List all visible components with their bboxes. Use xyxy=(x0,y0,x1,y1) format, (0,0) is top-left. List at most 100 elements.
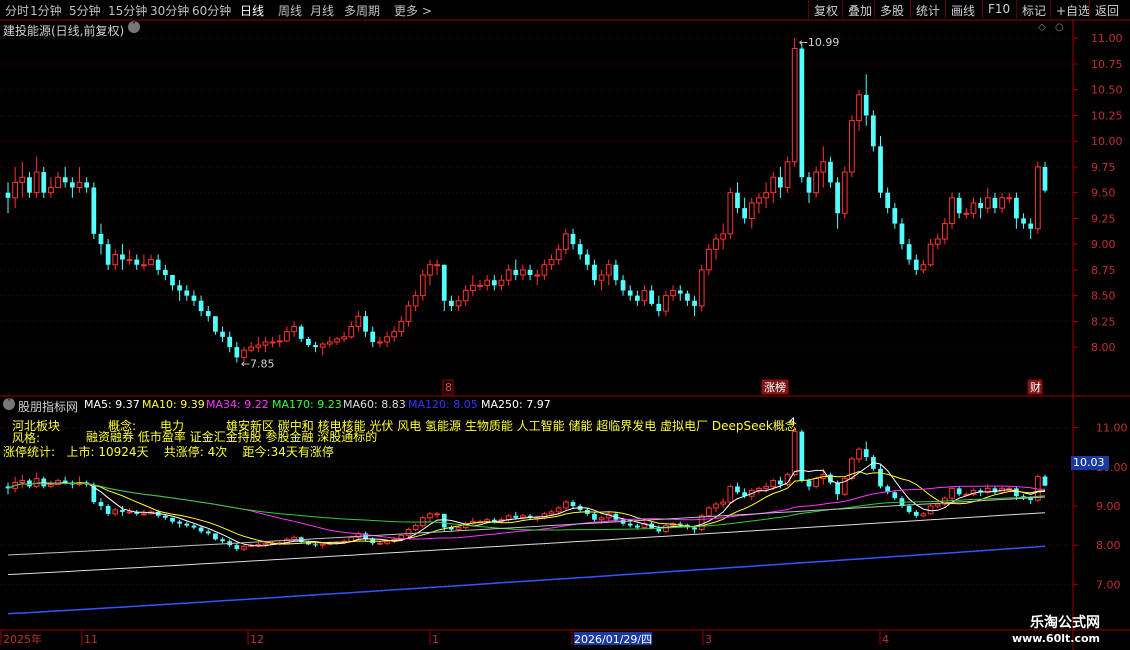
main-candle-59 xyxy=(427,264,433,276)
ma120-line xyxy=(7,512,1046,575)
kline-chart: 11.00 10.75 10.50 10.25 10.00 9.75 9.50 9.25 9.0… xyxy=(0,19,1130,650)
main-candle-67 xyxy=(484,279,491,286)
main-candle-92 xyxy=(663,295,669,312)
main-candle-143 xyxy=(1028,223,1034,229)
main-candle-129 xyxy=(927,243,934,266)
sub-candle-26 xyxy=(191,525,197,528)
main-candle-96 xyxy=(692,300,697,306)
main-candle-33 xyxy=(241,349,247,358)
main-candle-91 xyxy=(656,303,662,312)
sub-candle-43 xyxy=(313,544,318,546)
main-y-tick-label-9: 8.75 xyxy=(1091,264,1116,277)
sub-y-tick-label-3: 8.00 xyxy=(1096,539,1121,552)
main-candle-93 xyxy=(670,289,676,297)
main-candle-135 xyxy=(970,202,977,214)
sub-candle-94 xyxy=(677,523,683,525)
sub-candle-33 xyxy=(241,545,247,550)
main-candle-103 xyxy=(742,208,747,219)
main-candle-138 xyxy=(992,197,998,209)
main-candle-77 xyxy=(555,248,562,261)
sub-candle-22 xyxy=(162,515,168,518)
main-candle-17 xyxy=(126,259,133,262)
main-candle-114 xyxy=(820,161,827,173)
main-y-tick-label-0: 11.00 xyxy=(1091,32,1123,45)
main-candle-64 xyxy=(462,289,469,302)
main-candle-43 xyxy=(313,345,318,348)
indicator-chevron-icon[interactable]: ˅ xyxy=(3,398,15,410)
sub-y-tick-label-0: 11.00 xyxy=(1096,422,1128,435)
ma34-line xyxy=(7,482,1046,540)
sub-candle-79 xyxy=(570,502,576,506)
main-candle-85 xyxy=(613,264,619,281)
x-axis-label-6: 4 xyxy=(882,633,889,646)
main-candle-45 xyxy=(326,341,333,345)
sub-candle-113 xyxy=(813,478,820,487)
main-candle-107 xyxy=(770,176,777,194)
main-y-tick-label-8: 9.00 xyxy=(1091,238,1116,251)
main-candle-90 xyxy=(649,290,655,304)
main-candle-94 xyxy=(677,290,683,294)
sub-candle-23 xyxy=(170,517,175,522)
sub-candle-119 xyxy=(856,448,862,460)
main-candle-23 xyxy=(170,275,175,286)
sub-candle-110 xyxy=(791,431,798,476)
main-candle-66 xyxy=(477,284,483,287)
main-candle-131 xyxy=(942,223,948,240)
main-candle-110 xyxy=(791,48,798,163)
sub-candle-13 xyxy=(98,502,104,506)
sub-candle-122 xyxy=(878,468,883,487)
diamond-icon[interactable]: ◇ xyxy=(1038,22,1046,33)
main-candle-108 xyxy=(778,177,783,188)
main-candle-35 xyxy=(255,344,262,348)
main-candle-50 xyxy=(363,316,368,332)
ma-legend-item-3: MA170: 9.23 xyxy=(272,398,342,411)
sub-candle-27 xyxy=(198,527,204,532)
x-axis-label-4: 2026/01/29/四 xyxy=(574,633,652,646)
main-candle-28 xyxy=(205,311,211,317)
sub-candle-40 xyxy=(291,536,297,540)
sub-candle-60 xyxy=(434,513,440,516)
sub-candle-132 xyxy=(949,487,955,499)
sub-candle-140 xyxy=(1006,487,1013,490)
settings-circle-icon[interactable]: ○ xyxy=(1055,22,1064,33)
main-candle-55 xyxy=(398,320,405,333)
main-candle-30 xyxy=(220,331,225,337)
main-candle-6 xyxy=(48,187,54,194)
main-candle-73 xyxy=(527,269,533,276)
main-candle-115 xyxy=(828,161,833,183)
main-candle-95 xyxy=(685,293,690,301)
main-candle-101 xyxy=(727,192,734,235)
main-y-tick-label-1: 10.75 xyxy=(1091,58,1123,71)
main-candle-18 xyxy=(134,259,140,265)
main-candle-116 xyxy=(835,182,840,214)
main-candle-1 xyxy=(12,181,19,199)
main-candle-65 xyxy=(470,284,476,291)
main-candle-29 xyxy=(213,316,218,332)
chevron-down-icon[interactable]: ˅ xyxy=(128,21,140,33)
sub-candle-78 xyxy=(562,501,569,509)
main-candle-39 xyxy=(284,331,290,342)
main-candle-125 xyxy=(899,223,905,245)
main-candle-99 xyxy=(713,238,719,250)
sub-candle-83 xyxy=(598,517,605,521)
main-candle-86 xyxy=(620,280,626,291)
watermark-name: 乐淘公式网 xyxy=(1030,615,1100,631)
ma250-line xyxy=(7,545,1046,615)
main-candle-109 xyxy=(784,161,791,189)
main-candle-15 xyxy=(112,253,119,266)
main-candle-134 xyxy=(963,212,970,215)
main-candle-68 xyxy=(491,280,497,286)
sub-candle-4 xyxy=(33,478,40,487)
ma170-line xyxy=(7,496,1046,556)
main-candle-113 xyxy=(813,171,820,194)
main-candle-26 xyxy=(191,295,197,301)
sub-candle-108 xyxy=(778,480,783,485)
main-candle-144 xyxy=(1034,166,1041,230)
main-candle-76 xyxy=(548,259,555,266)
main-candle-102 xyxy=(735,192,740,209)
sub-candle-52 xyxy=(377,542,383,545)
sub-candle-116 xyxy=(835,482,840,495)
sub-candle-141 xyxy=(1014,488,1019,497)
main-candle-8 xyxy=(62,177,68,183)
sub-candle-88 xyxy=(634,525,640,528)
